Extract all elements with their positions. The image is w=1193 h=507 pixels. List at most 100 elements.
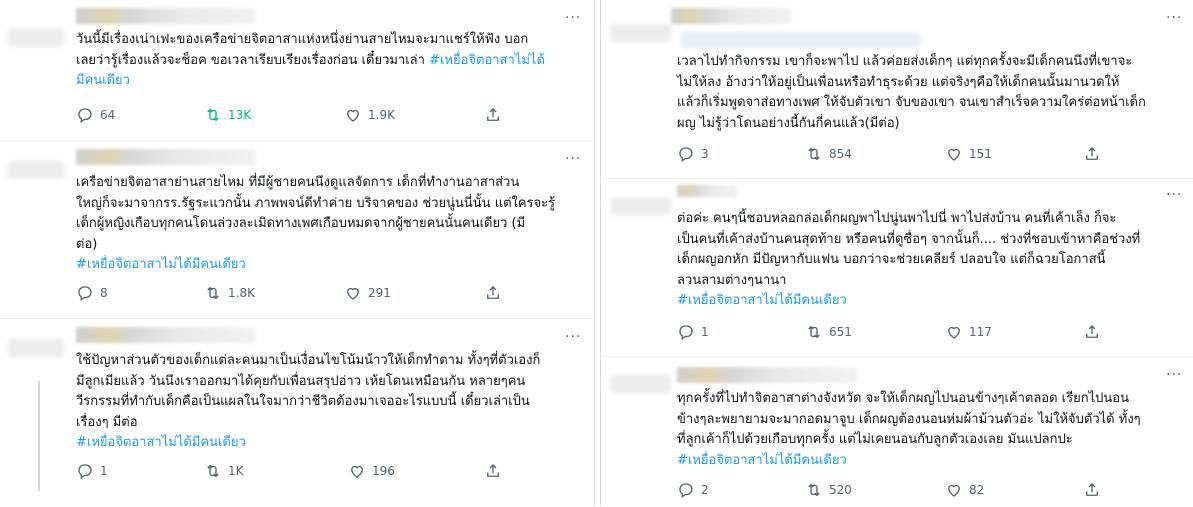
hashtag-link[interactable]: #เหยื่อจิตอาสาไม่ได้มีคนเดียว: [76, 433, 540, 454]
reply-icon: [78, 464, 92, 480]
tweet-card[interactable]: ··· ใช้ปัญหาส่วนตัวของเด็กแต่ละคนมาเป็นเ…: [0, 318, 594, 507]
more-options-icon[interactable]: ···: [1166, 10, 1182, 26]
blurred-avatar: [611, 375, 671, 393]
heart-icon: [351, 465, 363, 478]
reply-icon: [679, 147, 693, 163]
blurred-avatar: [611, 197, 671, 215]
retweet-icon: [207, 286, 219, 300]
retweet-count: 13K: [228, 108, 252, 122]
reply-button[interactable]: 1: [677, 323, 709, 341]
reply-button[interactable]: 8: [76, 284, 108, 302]
retweet-button[interactable]: 13K: [204, 106, 251, 124]
blurred-avatar: [8, 161, 64, 179]
like-button[interactable]: 151: [945, 145, 992, 163]
tweet-text: วันนี้มีเรื่องเน่าเฟะของเครือข่ายจิตอาสา…: [76, 30, 545, 92]
retweet-icon: [207, 464, 219, 478]
retweet-button[interactable]: 854: [805, 145, 852, 163]
retweet-count: 651: [829, 325, 852, 339]
tweet-card[interactable]: ··· เวลาไปทำกิจกรรม เขาก็จะพาไป แล้วค่อย…: [601, 0, 1193, 178]
tweet-text: ต่อค่ะ คนๆนี้ชอบหลอกล่อเด็กผญพาไปนู่นพาไ…: [677, 209, 1140, 312]
blurred-avatar: [611, 24, 671, 42]
left-timeline-column: ··· วันนี้มีเรื่องเน่าเฟะของเครือข่ายจิต…: [0, 0, 595, 506]
heart-icon: [347, 287, 359, 300]
reply-button[interactable]: 2: [677, 481, 709, 499]
retweet-count: 854: [829, 147, 852, 161]
tweet-actions: 1 651 117: [679, 323, 1125, 343]
like-button[interactable]: 291: [344, 284, 391, 302]
retweet-icon: [808, 147, 820, 161]
heart-icon: [347, 109, 359, 122]
retweet-count: 1.8K: [228, 286, 255, 300]
retweet-count: 520: [829, 483, 852, 497]
tweet-card[interactable]: ··· เครือข่ายจิตอาสาย่านสายไหม ที่มีผู้ช…: [0, 140, 594, 319]
reply-button[interactable]: 64: [76, 106, 115, 124]
share-button[interactable]: [484, 284, 502, 302]
retweet-button[interactable]: 520: [805, 481, 852, 499]
tweet-actions: 2 520 82: [679, 481, 1125, 501]
tweet-actions: 3 854 151: [679, 145, 1125, 165]
blurred-text-fragment: [681, 32, 921, 48]
like-button[interactable]: 196: [348, 462, 395, 480]
hashtag-link[interactable]: มีคนเดียว: [76, 71, 545, 92]
tweet-text: เวลาไปทำกิจกรรม เขาก็จะพาไป แล้วค่อยส่งเ…: [677, 54, 1146, 131]
reply-count: 1: [701, 325, 709, 339]
right-timeline-column: ··· เวลาไปทำกิจกรรม เขาก็จะพาไป แล้วค่อย…: [600, 0, 1193, 506]
retweet-button[interactable]: 1K: [204, 462, 244, 480]
reply-icon: [78, 108, 92, 124]
like-count: 1.9K: [368, 108, 395, 122]
share-icon: [487, 286, 499, 299]
like-button[interactable]: 1.9K: [344, 106, 395, 124]
hashtag-link[interactable]: #เหยื่อจิตอาสาไม่ได้มีคนเดียว: [76, 255, 555, 276]
blurred-username: [671, 8, 791, 24]
more-options-icon[interactable]: ···: [565, 329, 581, 345]
tweet-actions: 8 1.8K 291: [78, 284, 524, 304]
reply-button[interactable]: 3: [677, 145, 709, 163]
retweet-icon: [207, 108, 219, 122]
reply-icon: [679, 483, 693, 499]
share-button[interactable]: [1083, 481, 1101, 499]
blurred-avatar: [8, 28, 64, 46]
reply-count: 8: [100, 286, 108, 300]
more-options-icon[interactable]: ···: [1166, 187, 1182, 203]
like-count: 196: [372, 464, 395, 478]
blurred-username: [677, 185, 737, 197]
tweet-text: เครือข่ายจิตอาสาย่านสายไหม ที่มีผู้ชายคน…: [76, 173, 555, 276]
tweet-card[interactable]: ··· ต่อค่ะ คนๆนี้ชอบหลอกล่อเด็กผญพาไปนู่…: [601, 178, 1193, 357]
hashtag-link[interactable]: #เหยื่อจิตอาสาไม่ได้มีคนเดียว: [677, 291, 1140, 312]
more-options-icon[interactable]: ···: [1166, 367, 1182, 383]
tweet-text: ใช้ปัญหาส่วนตัวของเด็กแต่ละคนมาเป็นเงื่อ…: [76, 351, 540, 454]
hashtag-link[interactable]: #เหยื่อจิตอาสาไม่ได้มีคนเดียว: [677, 451, 1141, 472]
retweet-count: 1K: [228, 464, 244, 478]
share-button[interactable]: [484, 106, 502, 124]
share-button[interactable]: [484, 462, 502, 480]
reply-button[interactable]: 1: [76, 462, 108, 480]
heart-icon: [948, 484, 960, 497]
reply-icon: [679, 325, 693, 341]
tweet-card[interactable]: ··· วันนี้มีเรื่องเน่าเฟะของเครือข่ายจิต…: [0, 0, 594, 140]
share-button[interactable]: [1083, 145, 1101, 163]
retweet-icon: [808, 325, 820, 339]
share-icon: [1086, 147, 1098, 160]
like-count: 291: [368, 286, 391, 300]
thread-connector: [38, 381, 40, 491]
share-button[interactable]: [1083, 323, 1101, 341]
like-button[interactable]: 117: [945, 323, 992, 341]
retweet-button[interactable]: 1.8K: [204, 284, 255, 302]
more-options-icon[interactable]: ···: [565, 151, 581, 167]
tweet-card[interactable]: ··· ทุกครั้งที่ไปทำจิตอาสาต่างจังหวัด จะ…: [601, 356, 1193, 507]
like-button[interactable]: 82: [945, 481, 984, 499]
hashtag-link[interactable]: #เหยื่อจิตอาสาไม่ได้: [429, 53, 545, 68]
retweet-icon: [808, 483, 820, 497]
blurred-avatar: [8, 339, 64, 357]
share-icon: [487, 108, 499, 121]
share-icon: [1086, 483, 1098, 496]
blurred-username: [76, 149, 256, 165]
retweet-button[interactable]: 651: [805, 323, 852, 341]
more-options-icon[interactable]: ···: [565, 10, 581, 26]
like-count: 151: [969, 147, 992, 161]
share-icon: [487, 464, 499, 477]
reply-count: 2: [701, 483, 709, 497]
reply-count: 3: [701, 147, 709, 161]
tweet-actions: 64 13K 1.9K: [76, 106, 516, 126]
like-count: 117: [969, 325, 992, 339]
